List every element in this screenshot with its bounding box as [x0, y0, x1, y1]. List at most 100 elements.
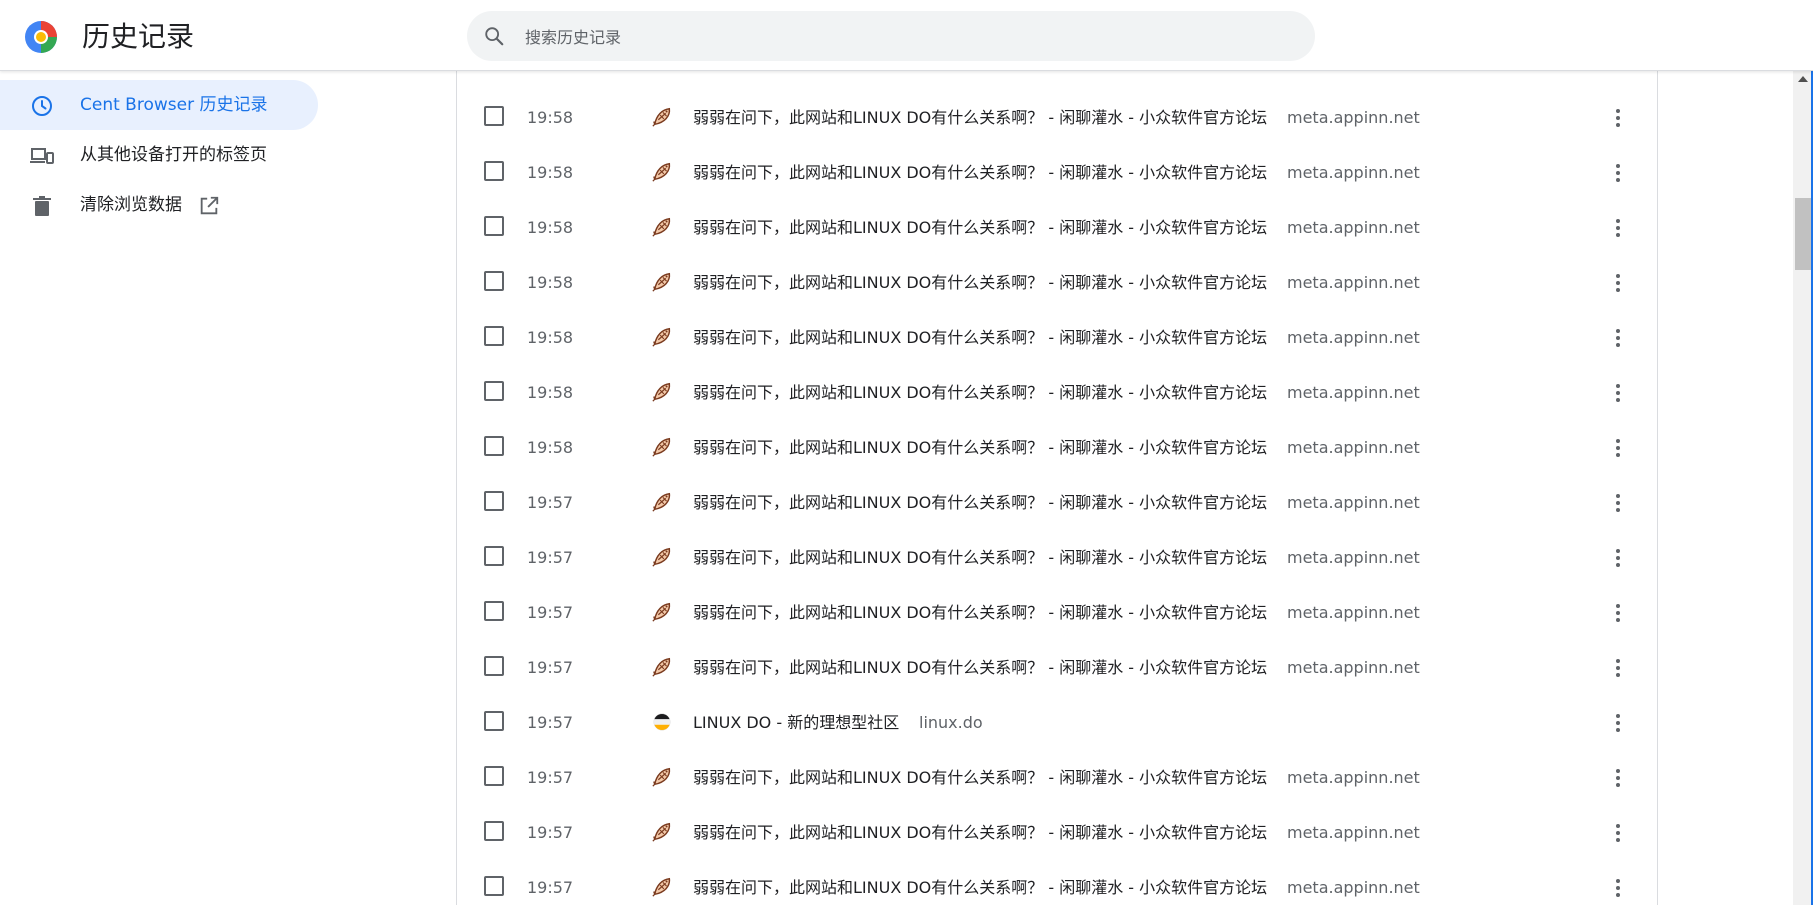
cent-browser-logo-icon	[25, 21, 57, 53]
scrollbar[interactable]	[1793, 70, 1813, 905]
more-options-icon[interactable]	[1606, 821, 1630, 845]
row-checkbox[interactable]	[484, 821, 504, 841]
row-title-link[interactable]: 弱弱在问下，此网站和LINUX DO有什么关系啊？ - 闲聊灌水 - 小众软件官…	[693, 585, 1267, 640]
search-icon[interactable]	[483, 25, 505, 47]
row-checkbox[interactable]	[484, 656, 504, 676]
history-row[interactable]: 19:58 弱弱在问下，此网站和LINUX DO有什么关系啊？ - 闲聊灌水 - …	[457, 365, 1657, 420]
more-options-icon[interactable]	[1606, 546, 1630, 570]
row-time: 19:57	[527, 603, 574, 622]
row-title-link[interactable]: 弱弱在问下，此网站和LINUX DO有什么关系啊？ - 闲聊灌水 - 小众软件官…	[693, 200, 1267, 255]
row-title-link[interactable]: 弱弱在问下，此网站和LINUX DO有什么关系啊？ - 闲聊灌水 - 小众软件官…	[693, 365, 1267, 420]
fish-icon	[651, 161, 673, 183]
history-row[interactable]: 19:57 弱弱在问下，此网站和LINUX DO有什么关系啊？ - 闲聊灌水 - …	[457, 805, 1657, 860]
more-options-icon[interactable]	[1606, 436, 1630, 460]
history-row[interactable]: 19:57 弱弱在问下，此网站和LINUX DO有什么关系啊？ - 闲聊灌水 - …	[457, 530, 1657, 585]
row-time: 19:58	[527, 328, 574, 347]
more-options-icon[interactable]	[1606, 216, 1630, 240]
row-title-link[interactable]: 弱弱在问下，此网站和LINUX DO有什么关系啊？ - 闲聊灌水 - 小众软件官…	[693, 640, 1267, 695]
more-options-icon[interactable]	[1606, 106, 1630, 130]
row-time: 19:57	[527, 768, 574, 787]
row-domain: meta.appinn.net	[1287, 823, 1420, 842]
row-checkbox[interactable]	[484, 216, 504, 236]
fish-icon	[651, 381, 673, 403]
row-checkbox[interactable]	[484, 876, 504, 896]
more-options-icon[interactable]	[1606, 766, 1630, 790]
history-row[interactable]: 19:57 弱弱在问下，此网站和LINUX DO有什么关系啊？ - 闲聊灌水 - …	[457, 475, 1657, 530]
history-row[interactable]: 19:57 LINUX DO - 新的理想型社区 linux.do	[457, 695, 1657, 750]
row-checkbox[interactable]	[484, 326, 504, 346]
history-row[interactable]: 19:58 弱弱在问下，此网站和LINUX DO有什么关系啊？ - 闲聊灌水 - …	[457, 90, 1657, 145]
row-checkbox[interactable]	[484, 546, 504, 566]
row-title-link[interactable]: 弱弱在问下，此网站和LINUX DO有什么关系啊？ - 闲聊灌水 - 小众软件官…	[693, 310, 1267, 365]
more-options-icon[interactable]	[1606, 381, 1630, 405]
row-title-link[interactable]: LINUX DO - 新的理想型社区	[693, 695, 899, 750]
row-domain: meta.appinn.net	[1287, 438, 1420, 457]
row-domain: meta.appinn.net	[1287, 273, 1420, 292]
row-checkbox[interactable]	[484, 106, 504, 126]
row-checkbox[interactable]	[484, 766, 504, 786]
history-row[interactable]: 19:58 弱弱在问下，此网站和LINUX DO有什么关系啊？ - 闲聊灌水 - …	[457, 310, 1657, 365]
row-checkbox[interactable]	[484, 381, 504, 401]
more-options-icon[interactable]	[1606, 326, 1630, 350]
scroll-up-arrow-icon[interactable]	[1798, 76, 1808, 82]
row-title-link[interactable]: 弱弱在问下，此网站和LINUX DO有什么关系啊？ - 闲聊灌水 - 小众软件官…	[693, 860, 1267, 905]
row-time: 19:57	[527, 713, 574, 732]
row-title-link[interactable]: 弱弱在问下，此网站和LINUX DO有什么关系啊？ - 闲聊灌水 - 小众软件官…	[693, 750, 1267, 805]
sidebar-item-history[interactable]: Cent Browser 历史记录	[0, 80, 318, 130]
row-title-link[interactable]: 弱弱在问下，此网站和LINUX DO有什么关系啊？ - 闲聊灌水 - 小众软件官…	[693, 90, 1267, 145]
history-row[interactable]: 19:57 弱弱在问下，此网站和LINUX DO有什么关系啊？ - 闲聊灌水 - …	[457, 750, 1657, 805]
more-options-icon[interactable]	[1606, 711, 1630, 735]
scrollbar-thumb[interactable]	[1795, 198, 1811, 270]
row-checkbox[interactable]	[484, 271, 504, 291]
fish-icon	[651, 546, 673, 568]
sidebar-item-clear-data[interactable]: 清除浏览数据	[0, 180, 318, 230]
row-domain: meta.appinn.net	[1287, 163, 1420, 182]
row-checkbox[interactable]	[484, 161, 504, 181]
search-box[interactable]	[467, 11, 1315, 63]
row-title-link[interactable]: 弱弱在问下，此网站和LINUX DO有什么关系啊？ - 闲聊灌水 - 小众软件官…	[693, 420, 1267, 475]
row-time: 19:57	[527, 878, 574, 897]
row-domain: meta.appinn.net	[1287, 218, 1420, 237]
row-domain: meta.appinn.net	[1287, 603, 1420, 622]
top-bar: 历史记录	[0, 0, 1813, 71]
row-time: 19:58	[527, 108, 574, 127]
trash-icon	[33, 196, 51, 216]
row-time: 19:57	[527, 823, 574, 842]
sidebar: Cent Browser 历史记录 从其他设备打开的标签页 清除浏览数据	[0, 80, 320, 230]
history-row[interactable]: 19:57 弱弱在问下，此网站和LINUX DO有什么关系啊？ - 闲聊灌水 - …	[457, 860, 1657, 905]
row-title-link[interactable]: 弱弱在问下，此网站和LINUX DO有什么关系啊？ - 闲聊灌水 - 小众软件官…	[693, 805, 1267, 860]
page-title: 历史记录	[82, 20, 195, 53]
history-row[interactable]: 19:57 弱弱在问下，此网站和LINUX DO有什么关系啊？ - 闲聊灌水 - …	[457, 640, 1657, 695]
history-list: 19:58 弱弱在问下，此网站和LINUX DO有什么关系啊？ - 闲聊灌水 - …	[456, 70, 1658, 905]
history-row[interactable]: 19:58 弱弱在问下，此网站和LINUX DO有什么关系啊？ - 闲聊灌水 - …	[457, 145, 1657, 200]
more-options-icon[interactable]	[1606, 161, 1630, 185]
fish-icon	[651, 876, 673, 898]
fish-icon	[651, 821, 673, 843]
sidebar-item-other-devices[interactable]: 从其他设备打开的标签页	[0, 130, 318, 180]
more-options-icon[interactable]	[1606, 876, 1630, 900]
row-title-link[interactable]: 弱弱在问下，此网站和LINUX DO有什么关系啊？ - 闲聊灌水 - 小众软件官…	[693, 475, 1267, 530]
row-domain: meta.appinn.net	[1287, 878, 1420, 897]
row-title-link[interactable]: 弱弱在问下，此网站和LINUX DO有什么关系啊？ - 闲聊灌水 - 小众软件官…	[693, 530, 1267, 585]
sidebar-item-label: Cent Browser 历史记录	[80, 95, 268, 115]
more-options-icon[interactable]	[1606, 601, 1630, 625]
row-domain: meta.appinn.net	[1287, 108, 1420, 127]
history-row[interactable]: 19:58 弱弱在问下，此网站和LINUX DO有什么关系啊？ - 闲聊灌水 - …	[457, 255, 1657, 310]
search-input[interactable]	[523, 11, 1287, 63]
linuxdo-icon	[651, 711, 673, 733]
row-title-link[interactable]: 弱弱在问下，此网站和LINUX DO有什么关系啊？ - 闲聊灌水 - 小众软件官…	[693, 255, 1267, 310]
history-row[interactable]: 19:58 弱弱在问下，此网站和LINUX DO有什么关系啊？ - 闲聊灌水 - …	[457, 420, 1657, 475]
more-options-icon[interactable]	[1606, 491, 1630, 515]
more-options-icon[interactable]	[1606, 656, 1630, 680]
history-row[interactable]: 19:58 弱弱在问下，此网站和LINUX DO有什么关系啊？ - 闲聊灌水 - …	[457, 200, 1657, 255]
row-time: 19:57	[527, 493, 574, 512]
row-time: 19:58	[527, 438, 574, 457]
row-checkbox[interactable]	[484, 711, 504, 731]
row-domain: meta.appinn.net	[1287, 768, 1420, 787]
row-checkbox[interactable]	[484, 436, 504, 456]
more-options-icon[interactable]	[1606, 271, 1630, 295]
history-row[interactable]: 19:57 弱弱在问下，此网站和LINUX DO有什么关系啊？ - 闲聊灌水 - …	[457, 585, 1657, 640]
row-title-link[interactable]: 弱弱在问下，此网站和LINUX DO有什么关系啊？ - 闲聊灌水 - 小众软件官…	[693, 145, 1267, 200]
row-checkbox[interactable]	[484, 491, 504, 511]
row-checkbox[interactable]	[484, 601, 504, 621]
